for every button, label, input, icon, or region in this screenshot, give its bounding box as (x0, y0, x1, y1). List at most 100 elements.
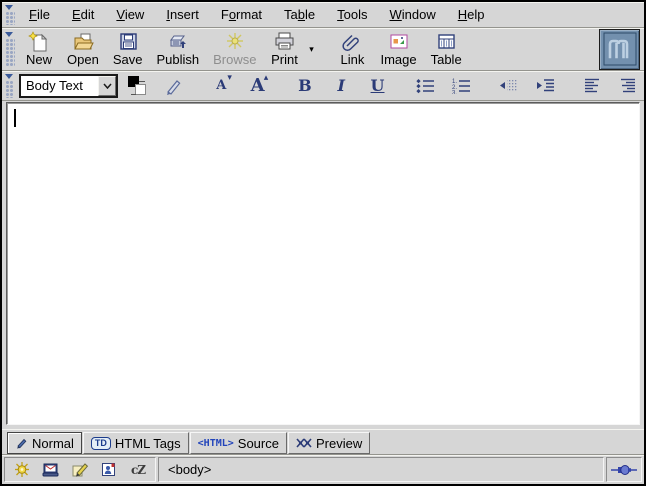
navigator-icon[interactable] (12, 461, 32, 478)
decrease-font-size-button[interactable]: A (210, 74, 233, 98)
label-fragment: le (305, 7, 315, 22)
browse-icon (224, 31, 246, 52)
label-fragment: E (72, 7, 81, 22)
menu-edit[interactable]: Edit (61, 3, 105, 26)
pen-icon (15, 437, 28, 450)
tab-preview-label: Preview (316, 436, 362, 451)
image-button[interactable]: Image (373, 29, 423, 69)
print-dropdown-arrow[interactable]: ▾ (305, 29, 317, 69)
background-color-swatch[interactable] (135, 84, 146, 95)
open-button-label: Open (67, 53, 99, 67)
outdent-icon (497, 77, 519, 94)
format-toolbar: Body Text A A B I U (2, 71, 644, 101)
browse-button-label: Browse (213, 53, 256, 67)
label-fragment: V (116, 7, 124, 22)
preview-sparkle-icon (296, 437, 312, 449)
tab-normal[interactable]: Normal (7, 432, 82, 454)
label-fragment: indow (402, 7, 436, 22)
label-fragment: elp (467, 7, 484, 22)
menu-view[interactable]: View (105, 3, 155, 26)
save-button[interactable]: Save (106, 29, 150, 69)
bullet-list-button[interactable] (413, 74, 436, 98)
main-toolbar-grabber[interactable] (5, 31, 15, 67)
label-fragment: Ta (284, 7, 298, 22)
italic-label: I (337, 78, 344, 94)
label-fragment: dit (81, 7, 95, 22)
mozilla-m-icon (603, 32, 637, 66)
new-button-label: New (26, 53, 52, 67)
html-source-icon: <HTML> (198, 438, 234, 449)
print-icon (273, 31, 295, 52)
label-fragment: F (29, 7, 37, 22)
online-plug-icon[interactable] (611, 464, 637, 476)
format-toolbar-grabber[interactable] (5, 73, 14, 98)
align-left-icon (581, 77, 603, 94)
highlight-color-button[interactable] (162, 74, 185, 98)
publish-button-label: Publish (156, 53, 199, 67)
increase-font-size-button[interactable]: A (246, 74, 269, 98)
link-button-label: Link (341, 53, 365, 67)
bullet-list-icon (414, 77, 436, 94)
indent-button[interactable] (533, 74, 556, 98)
online-status-cell (606, 457, 642, 482)
document-edit-area[interactable] (6, 102, 640, 425)
numbered-list-button[interactable]: 1.2.3. (450, 74, 473, 98)
mail-icon[interactable] (41, 461, 61, 478)
label-fragment: H (458, 7, 467, 22)
align-left-button[interactable] (580, 74, 603, 98)
menubar-grabber[interactable] (5, 4, 15, 25)
svg-text:3.: 3. (452, 91, 457, 95)
increase-font-letter: A (251, 77, 265, 95)
table-icon (435, 31, 457, 52)
mozilla-logo-button[interactable] (599, 29, 640, 70)
status-bar: cZ <body> (2, 455, 644, 484)
table-button[interactable]: Table (424, 29, 469, 69)
tab-source[interactable]: <HTML> Source (190, 432, 287, 454)
label-fragment: iew (125, 7, 145, 22)
chatzilla-icon[interactable]: cZ (128, 461, 148, 478)
tab-preview[interactable]: Preview (288, 432, 370, 454)
paragraph-style-dropdown-button[interactable] (98, 76, 116, 96)
link-button[interactable]: Link (331, 29, 373, 69)
body-tag-breadcrumb[interactable]: <body> (168, 462, 211, 477)
decrease-font-letter: A (216, 79, 226, 92)
tab-html-tags[interactable]: TD HTML Tags (83, 432, 189, 454)
menu-file[interactable]: File (18, 3, 61, 26)
tag-breadcrumb-cell: <body> (158, 457, 604, 482)
underline-button[interactable]: U (366, 74, 389, 98)
publish-button[interactable]: Publish (149, 29, 206, 69)
composer-window: File Edit View Insert Format Table Tools… (0, 0, 646, 486)
highlighter-pen-icon (164, 76, 184, 96)
underline-label: U (371, 78, 385, 94)
save-button-label: Save (113, 53, 143, 67)
menu-bar: File Edit View Insert Format Table Tools… (2, 2, 644, 28)
open-folder-icon (72, 31, 94, 52)
new-button[interactable]: New (18, 29, 60, 69)
menu-format[interactable]: Format (210, 3, 273, 26)
edit-area-margin (2, 101, 644, 429)
edit-mode-tabbar: Normal TD HTML Tags <HTML> Source Previe… (2, 429, 644, 455)
label-fragment: ools (344, 7, 368, 22)
label-fragment: ile (37, 7, 50, 22)
print-button[interactable]: Print (263, 29, 305, 69)
tab-source-label: Source (238, 436, 279, 451)
open-button[interactable]: Open (60, 29, 106, 69)
align-right-button[interactable] (617, 74, 640, 98)
menu-help[interactable]: Help (447, 3, 496, 26)
address-book-icon[interactable] (99, 461, 119, 478)
indent-icon (534, 77, 556, 94)
menu-insert[interactable]: Insert (155, 3, 210, 26)
text-color-picker[interactable] (126, 74, 149, 98)
chatzilla-label: cZ (131, 463, 145, 477)
composer-icon[interactable] (70, 461, 90, 478)
menu-tools[interactable]: Tools (326, 3, 378, 26)
new-page-icon (28, 31, 50, 52)
main-toolbar: New Open Save Publish Browse (2, 28, 644, 71)
menu-table[interactable]: Table (273, 3, 326, 26)
outdent-button[interactable] (497, 74, 520, 98)
paragraph-style-select[interactable]: Body Text (19, 74, 118, 98)
bold-button[interactable]: B (293, 74, 316, 98)
component-bar: cZ (4, 457, 156, 482)
italic-button[interactable]: I (330, 74, 353, 98)
menu-window[interactable]: Window (379, 3, 447, 26)
